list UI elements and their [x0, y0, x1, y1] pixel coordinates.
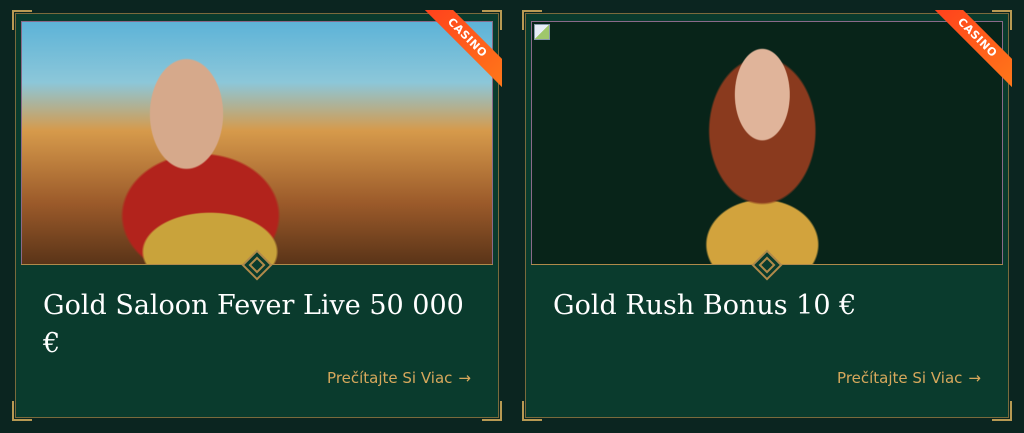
read-more-link[interactable]: Prečítajte Si Viac → — [327, 369, 471, 387]
diamond-emblem-icon — [241, 249, 273, 281]
corner-ornament — [12, 401, 32, 421]
read-more-label: Prečítajte Si Viac — [327, 369, 453, 387]
promo-title[interactable]: Gold Rush Bonus 10 € — [553, 287, 983, 325]
promo-card-gold-rush[interactable]: CASINO Gold Rush Bonus 10 € Prečítajte S… — [522, 10, 1012, 421]
category-ribbon: CASINO — [414, 10, 502, 98]
category-ribbon: CASINO — [924, 10, 1012, 98]
casino-badge: CASINO — [414, 10, 502, 92]
corner-ornament — [522, 401, 542, 421]
arrow-right-icon: → — [458, 369, 471, 387]
diamond-emblem-icon — [751, 249, 783, 281]
corner-ornament — [992, 401, 1012, 421]
promo-card-gold-saloon[interactable]: CASINO Gold Saloon Fever Live 50 000 € P… — [12, 10, 502, 421]
broken-image-icon — [534, 24, 550, 40]
read-more-link[interactable]: Prečítajte Si Viac → — [837, 369, 981, 387]
corner-ornament — [482, 401, 502, 421]
casino-badge: CASINO — [924, 10, 1012, 92]
arrow-right-icon: → — [968, 369, 981, 387]
promo-title[interactable]: Gold Saloon Fever Live 50 000 € — [43, 287, 473, 363]
promo-card-grid: CASINO Gold Saloon Fever Live 50 000 € P… — [0, 0, 1024, 433]
read-more-label: Prečítajte Si Viac — [837, 369, 963, 387]
